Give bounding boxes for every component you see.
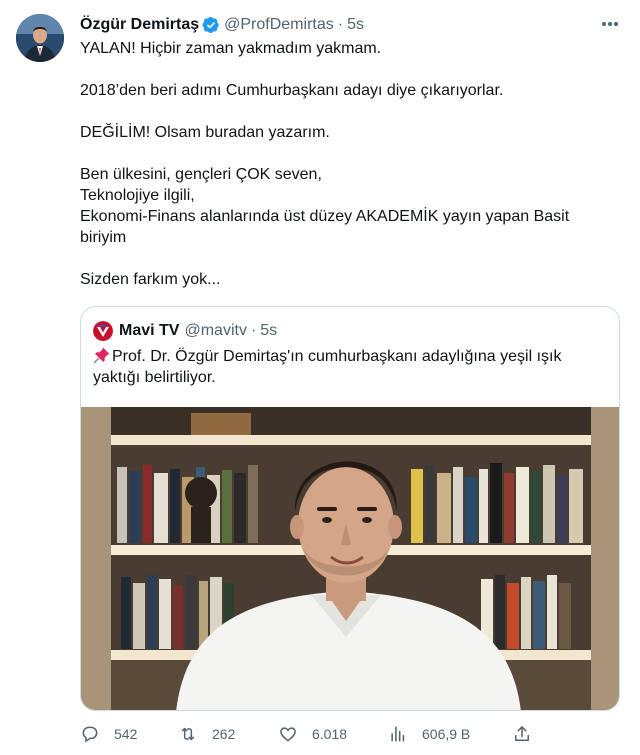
reply-icon	[82, 726, 98, 743]
author-handle[interactable]: @ProfDemirtas	[224, 16, 334, 34]
tweet-line: Ben ülkesini, gençleri ÇOK seven,	[80, 166, 322, 183]
tweet-timestamp[interactable]: 5s	[347, 16, 364, 34]
views-button[interactable]: 606,9 B	[388, 720, 470, 748]
quoted-text-line: yaktığı belirtiliyor.	[93, 369, 216, 386]
tweet-line: 2018’den beri adımı Cumhurbaşkanı adayı …	[80, 82, 504, 99]
quoted-author-name[interactable]: Mavi TV	[119, 322, 179, 340]
quoted-timestamp[interactable]: 5s	[260, 322, 277, 340]
analytics-bar-icon	[391, 726, 405, 742]
tweet-line: DEĞİLİM! Olsam buradan yazarım.	[80, 124, 330, 141]
like-count: 6.018	[312, 726, 348, 742]
retweet-icon	[181, 727, 195, 741]
author-name[interactable]: Özgür Demirtaş	[80, 16, 199, 34]
retweet-count: 262	[212, 726, 236, 742]
more-options-icon[interactable]	[600, 14, 620, 34]
heart-icon	[280, 727, 296, 742]
share-button[interactable]	[512, 720, 532, 748]
tweet-text: YALAN! Hiçbir zaman yakmadım yakmam. 201…	[80, 38, 620, 290]
like-button[interactable]: 6.018	[278, 720, 347, 748]
quoted-text-line: Prof. Dr. Özgür Demirtaş'ın cumhurbaşkan…	[112, 348, 562, 365]
avatar-image	[16, 14, 64, 62]
retweet-button[interactable]: 262	[178, 720, 235, 748]
tweet-line: YALAN! Hiçbir zaman yakmadım yakmam.	[80, 40, 382, 57]
views-count: 606,9 B	[422, 726, 471, 742]
tweet-header: Özgür Demirtaş @ProfDemirtas · 5s	[80, 14, 364, 36]
pushpin-icon	[93, 346, 111, 364]
share-icon	[515, 726, 529, 741]
author-avatar[interactable]	[16, 14, 64, 62]
mavi-tv-logo-icon	[93, 321, 113, 341]
header-separator: ·	[337, 16, 344, 33]
quoted-media-image[interactable]	[81, 407, 619, 710]
quoted-separator: ·	[250, 322, 257, 339]
verified-badge-icon	[202, 16, 219, 34]
reply-count: 542	[114, 726, 138, 742]
tweet-line: Sizden farkım yok...	[80, 271, 221, 288]
quoted-text: Prof. Dr. Özgür Demirtaş'ın cumhurbaşkan…	[93, 346, 603, 388]
reply-button[interactable]: 542	[80, 720, 137, 748]
tweet: Özgür Demirtaş @ProfDemirtas · 5s YALAN!…	[0, 0, 640, 755]
quoted-avatar[interactable]	[93, 321, 113, 341]
quoted-author-handle[interactable]: @mavitv	[184, 322, 246, 340]
quoted-header: Mavi TV @mavitv · 5s	[93, 321, 277, 341]
tweet-line: biriyim	[80, 229, 127, 246]
quoted-tweet[interactable]: Mavi TV @mavitv · 5s Prof. Dr. Özgür Dem…	[80, 306, 620, 711]
tweet-line: Ekonomi-Finans alanlarında üst düzey AKA…	[80, 208, 570, 225]
tweet-actions: 542 262 6.018 606,9 B	[80, 720, 620, 748]
tweet-line: Teknolojiye ilgili,	[80, 187, 195, 204]
